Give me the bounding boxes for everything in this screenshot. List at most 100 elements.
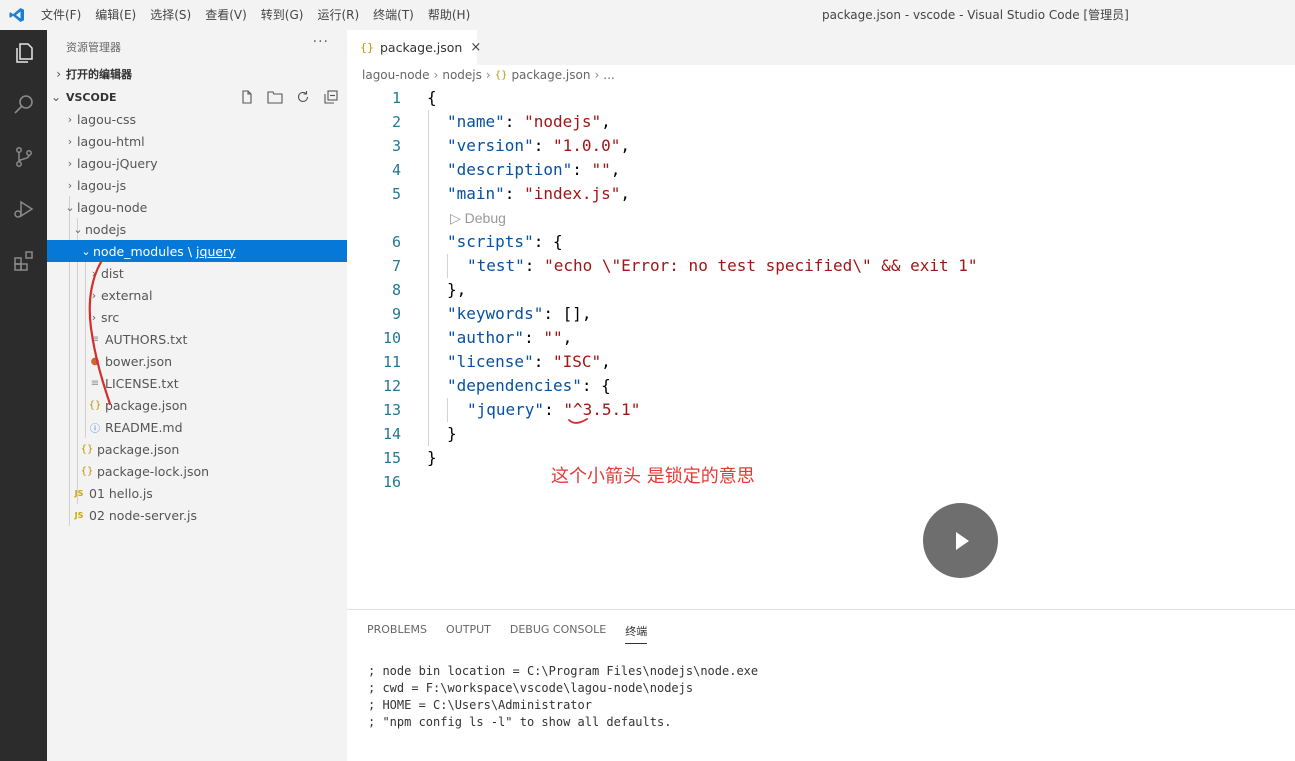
line-number: 3	[391, 137, 401, 155]
menu-run[interactable]: 运行(R)	[310, 0, 366, 30]
terminal-line: ; cwd = F:\workspace\vscode\lagou-node\n…	[368, 681, 694, 695]
open-editors-label: 打开的编辑器	[66, 68, 132, 81]
breadcrumb-item[interactable]: ...	[603, 68, 614, 82]
line-number: 4	[391, 161, 401, 179]
tree-folder-lagou-html[interactable]: › lagou-html	[47, 130, 347, 152]
extensions-icon[interactable]	[0, 241, 47, 281]
source-control-icon[interactable]	[0, 137, 47, 177]
chevron-right-icon: ›	[67, 134, 73, 148]
explorer-title: 资源管理器	[66, 41, 121, 54]
js-file-icon: JS	[74, 510, 84, 520]
close-icon[interactable]: ×	[470, 40, 481, 55]
menu-go[interactable]: 转到(G)	[254, 0, 311, 30]
line-number: 13	[382, 401, 401, 419]
chevron-down-icon: ⌄	[65, 200, 75, 214]
chevron-down-icon: ⌄	[81, 244, 91, 258]
refresh-icon[interactable]	[293, 88, 313, 106]
tree-file-package-json[interactable]: {} package.json	[47, 438, 347, 460]
tab-output[interactable]: OUTPUT	[446, 623, 491, 644]
line-number: 1	[391, 89, 401, 107]
menu-terminal[interactable]: 终端(T)	[366, 0, 421, 30]
editor-tab-bar: {} package.json ×	[347, 30, 1295, 65]
line-number: 11	[382, 353, 401, 371]
code-text: "name": "nodejs",	[447, 112, 611, 131]
json-file-icon: {}	[80, 465, 94, 477]
search-icon[interactable]	[0, 85, 47, 125]
tree-label: README.md	[105, 419, 183, 435]
json-key: "description"	[447, 160, 573, 179]
tab-terminal[interactable]: 终端	[625, 623, 648, 644]
code-text: "description": "",	[447, 160, 621, 179]
tab-package-json[interactable]: {} package.json ×	[347, 30, 481, 65]
path-separator: \	[187, 243, 193, 259]
code-text: "test": "echo \"Error: no test specified…	[467, 256, 978, 275]
json-key: "main"	[447, 184, 505, 203]
tab-problems[interactable]: PROBLEMS	[367, 623, 427, 644]
json-key: "license"	[447, 352, 534, 371]
explorer-icon[interactable]	[0, 33, 47, 73]
tree-label: package.json	[97, 441, 180, 457]
more-actions-button[interactable]: ···	[313, 34, 329, 50]
json-value: "ISC"	[552, 352, 602, 371]
tree-file-hello-js[interactable]: JS 01 hello.js	[47, 482, 347, 504]
json-key: "author"	[447, 328, 525, 347]
tree-label: node_modules	[93, 243, 184, 259]
tree-label: lagou-js	[77, 177, 127, 193]
tree-folder-lagou-css[interactable]: › lagou-css	[47, 108, 347, 130]
tree-folder-nodejs[interactable]: ⌄ nodejs	[47, 218, 347, 240]
red-underline-mark	[568, 418, 588, 424]
bottom-panel: PROBLEMS OUTPUT DEBUG CONSOLE 终端 ; node …	[347, 609, 1295, 761]
breadcrumb-item[interactable]: package.json	[511, 68, 590, 82]
json-key: "jquery"	[467, 400, 545, 419]
line-number: 15	[382, 449, 401, 467]
window-title: package.json - vscode - Visual Studio Co…	[822, 8, 1129, 22]
chevron-right-icon: ›	[485, 68, 491, 82]
breadcrumb: lagou-node › nodejs › {} package.json › …	[362, 66, 615, 84]
code-text: },	[447, 280, 467, 299]
indent-guide	[447, 398, 448, 422]
breadcrumb-item[interactable]: lagou-node	[362, 68, 430, 82]
tab-label: package.json	[380, 40, 463, 55]
new-file-icon[interactable]	[237, 88, 257, 106]
play-icon	[955, 531, 969, 550]
chevron-right-icon: ›	[56, 67, 61, 81]
json-file-icon: {}	[360, 41, 374, 54]
terminal-output[interactable]: ; node bin location = C:\Program Files\n…	[368, 663, 758, 731]
code-text: "author": "",	[447, 328, 573, 347]
tree-file-readme[interactable]: ⓘ README.md	[47, 416, 347, 438]
run-debug-icon[interactable]	[0, 189, 47, 229]
activity-bar	[0, 30, 47, 761]
menu-selection[interactable]: 选择(S)	[143, 0, 198, 30]
tree-file-package-lock[interactable]: {} package-lock.json	[47, 460, 347, 482]
play-button[interactable]	[923, 503, 998, 578]
tree-folder-lagou-jquery[interactable]: › lagou-jQuery	[47, 152, 347, 174]
js-file-icon: JS	[74, 488, 84, 498]
code-editor[interactable]: 1 { 2 "name": "nodejs", 3 "version": "1.0.0…	[347, 86, 1295, 606]
code-text: {	[427, 88, 437, 107]
explorer-sidebar: 资源管理器 ··· › 打开的编辑器 ⌄ VSCODE › lagou-css …	[47, 30, 347, 761]
indent-guide	[428, 110, 429, 446]
breadcrumb-item[interactable]: nodejs	[442, 68, 482, 82]
tree-label: package-lock.json	[97, 463, 210, 479]
menu-file[interactable]: 文件(F)	[34, 0, 88, 30]
json-key: "keywords"	[447, 304, 544, 323]
code-text: "scripts": {	[447, 232, 563, 251]
line-number: 9	[391, 305, 401, 323]
json-value: "index.js"	[524, 184, 621, 203]
tree-link-jquery[interactable]: jquery	[196, 244, 236, 259]
workspace-section[interactable]: ⌄ VSCODE	[47, 86, 347, 108]
debug-codelens[interactable]: ▷ Debug	[450, 210, 506, 227]
collapse-all-icon[interactable]	[321, 88, 341, 106]
tree-file-node-server-js[interactable]: JS 02 node-server.js	[47, 504, 347, 526]
tab-debug-console[interactable]: DEBUG CONSOLE	[510, 623, 606, 644]
line-number: 7	[391, 257, 401, 275]
open-editors-section[interactable]: › 打开的编辑器	[47, 63, 347, 85]
menu-view[interactable]: 查看(V)	[198, 0, 254, 30]
menu-edit[interactable]: 编辑(E)	[88, 0, 143, 30]
tree-folder-lagou-node[interactable]: ⌄ lagou-node	[47, 196, 347, 218]
terminal-line: ; "npm config ls -l" to show all default…	[368, 715, 672, 729]
code-text: "license": "ISC",	[447, 352, 611, 371]
tree-folder-lagou-js[interactable]: › lagou-js	[47, 174, 347, 196]
menu-help[interactable]: 帮助(H)	[421, 0, 477, 30]
new-folder-icon[interactable]	[265, 88, 285, 106]
